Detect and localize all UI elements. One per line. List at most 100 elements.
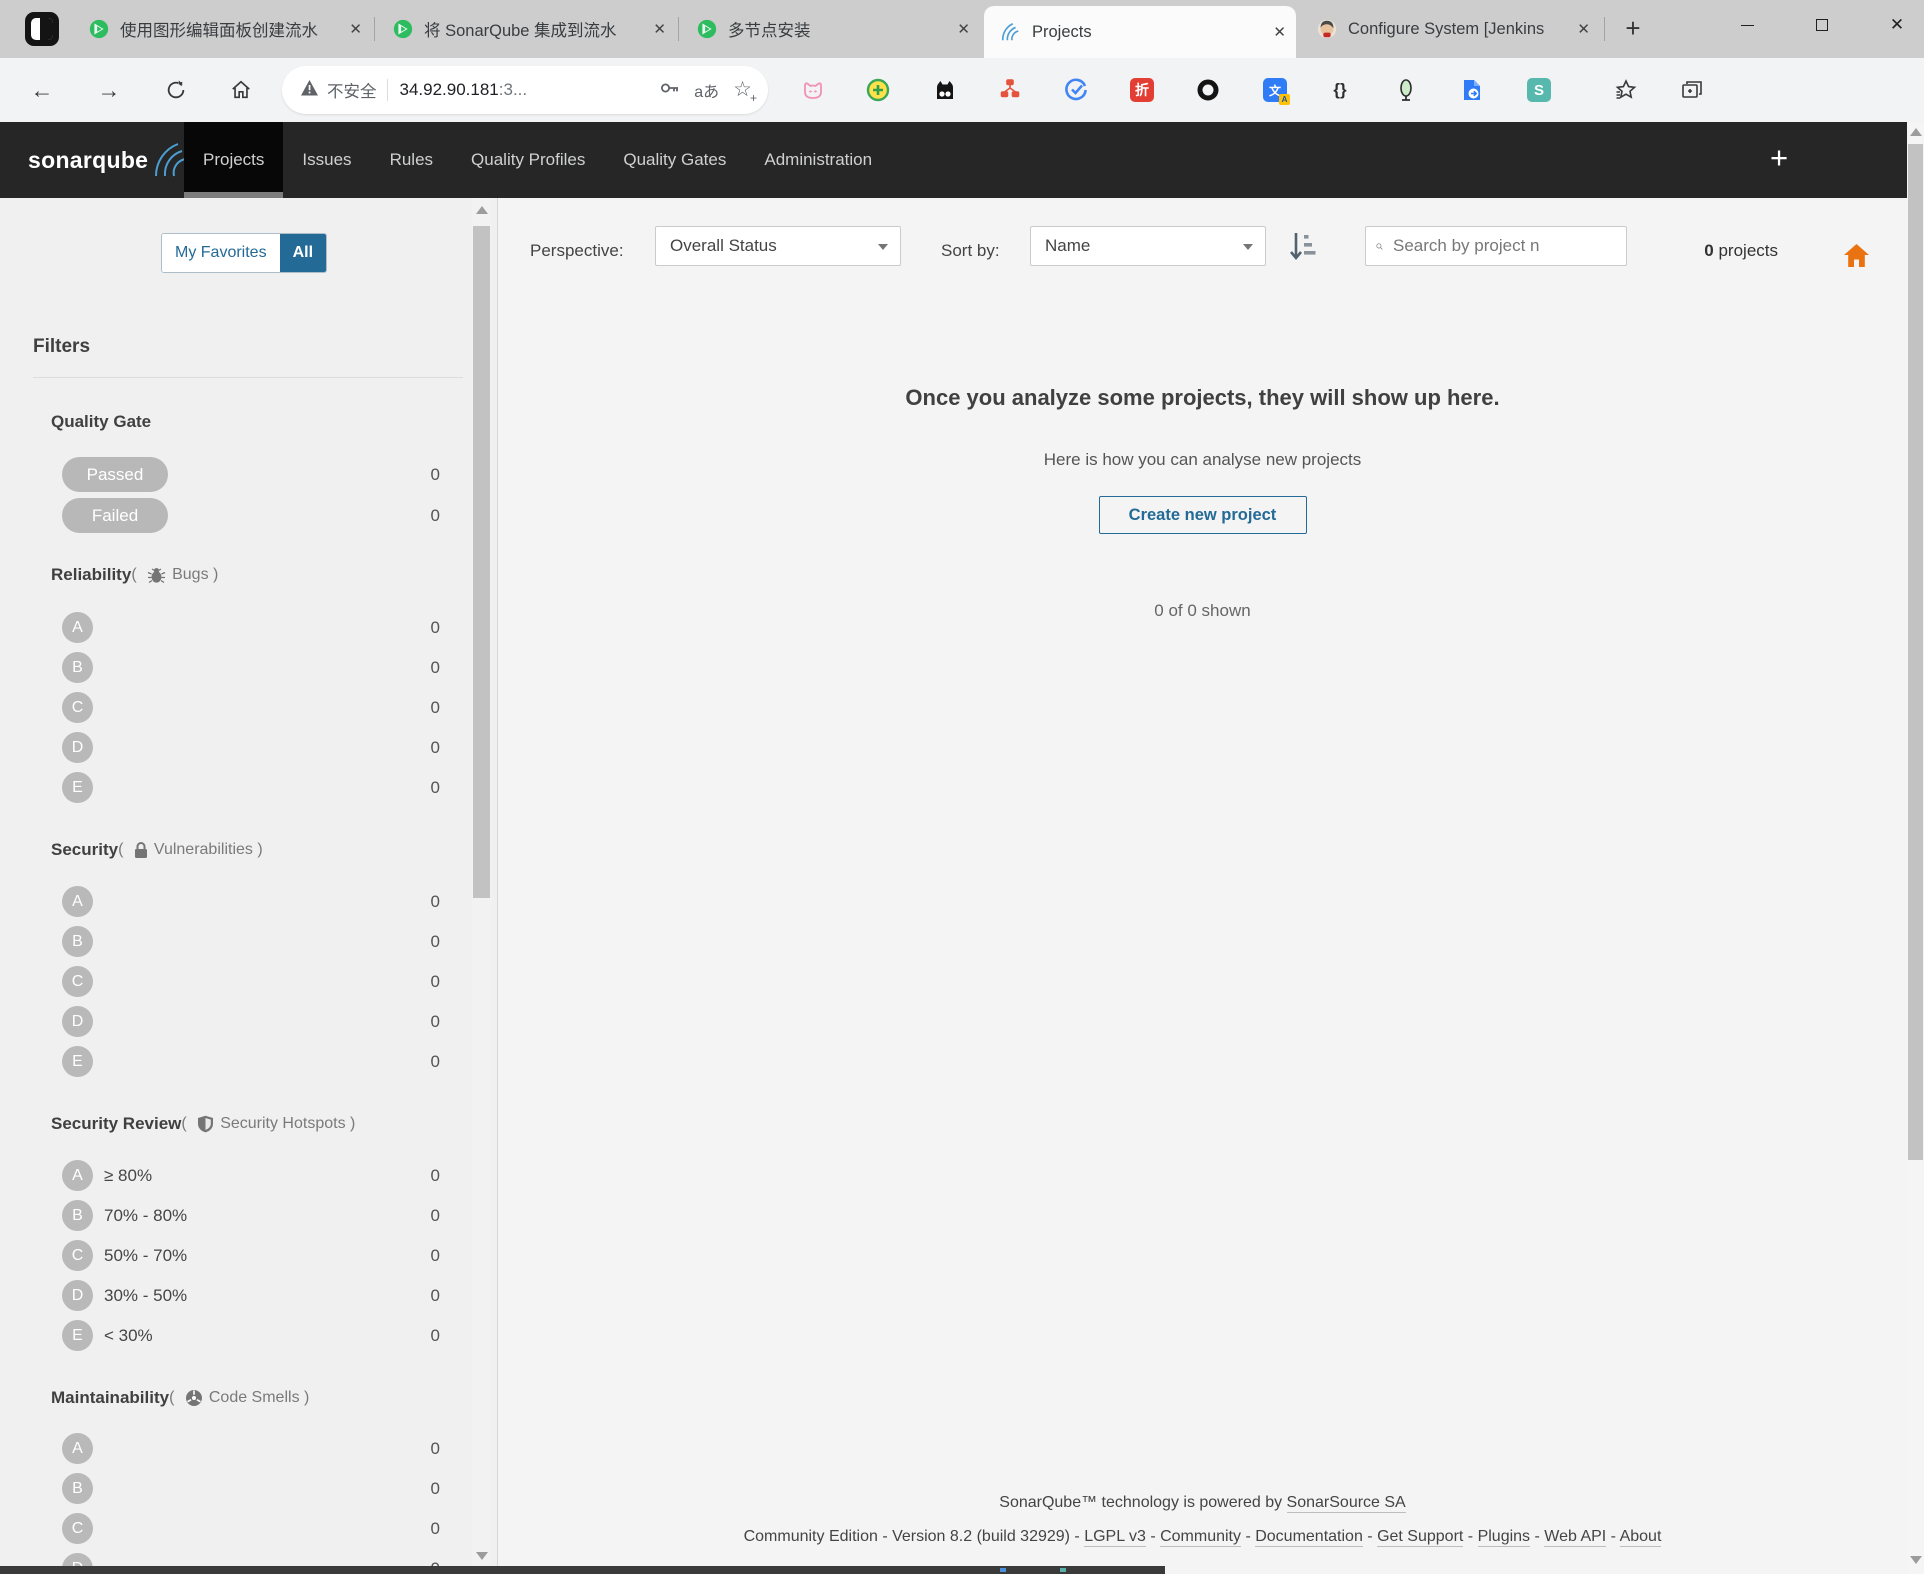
ext-sitemap-icon[interactable]	[997, 77, 1023, 103]
nav-projects[interactable]: Projects	[184, 122, 283, 198]
ext-check-circle-icon[interactable]	[1063, 77, 1089, 103]
rating-d-badge[interactable]: D	[62, 1280, 93, 1311]
facet-count: 0	[431, 658, 440, 678]
footer-link-community[interactable]: Community	[1160, 1528, 1241, 1547]
home-icon[interactable]	[1843, 243, 1870, 273]
rating-a-badge[interactable]: A	[62, 1433, 93, 1464]
not-secure-warning-icon	[300, 79, 319, 102]
all-button[interactable]: All	[280, 234, 326, 272]
footer-link-get-support[interactable]: Get Support	[1377, 1528, 1463, 1547]
ext-share-doc-icon[interactable]	[1459, 77, 1485, 103]
browser-tab-active-projects[interactable]: Projects ✕	[984, 6, 1296, 58]
footer-link-documentation[interactable]: Documentation	[1255, 1528, 1363, 1547]
add-project-plus-button[interactable]: +	[1762, 122, 1796, 198]
taskbar-sliver	[0, 1566, 1165, 1574]
scroll-up-arrow[interactable]	[472, 200, 491, 220]
rating-b-badge[interactable]: B	[62, 1200, 93, 1231]
ext-zhe-coupon-icon[interactable]: 折	[1129, 77, 1155, 103]
tab-close-icon[interactable]: ✕	[349, 20, 362, 38]
tab-close-icon[interactable]: ✕	[957, 20, 970, 38]
collections-icon[interactable]	[1679, 77, 1705, 103]
rating-c-badge[interactable]: C	[62, 966, 93, 997]
ext-green-plus-icon[interactable]	[865, 77, 891, 103]
ext-s-icon[interactable]: S	[1526, 77, 1552, 103]
passed-pill[interactable]: Passed	[62, 457, 168, 492]
address-bar[interactable]: 不安全 34.92.90.181 :3... aあ ☆+	[282, 66, 768, 114]
facet-count: 0	[431, 465, 440, 485]
project-search-box[interactable]	[1365, 226, 1627, 266]
nav-quality-gates[interactable]: Quality Gates	[604, 122, 745, 198]
nav-administration[interactable]: Administration	[745, 122, 891, 198]
browser-home-button[interactable]	[221, 58, 261, 122]
nav-quality-profiles[interactable]: Quality Profiles	[452, 122, 604, 198]
nav-issues[interactable]: Issues	[283, 122, 370, 198]
rating-d-badge[interactable]: D	[62, 1006, 93, 1037]
back-button[interactable]: ←	[22, 58, 62, 122]
rating-b-badge[interactable]: B	[62, 1473, 93, 1504]
main-nav: Projects Issues Rules Quality Profiles Q…	[184, 122, 891, 198]
scroll-up-arrow[interactable]	[1907, 122, 1924, 142]
rating-b-badge[interactable]: B	[62, 926, 93, 957]
ext-black-cat-icon[interactable]	[932, 77, 958, 103]
browser-tab-1[interactable]: 使用图形编辑面板创建流水 ✕	[72, 0, 372, 58]
sonarsource-link[interactable]: SonarSource SA	[1287, 1494, 1406, 1513]
ext-braces-icon[interactable]: {}	[1327, 77, 1353, 103]
read-aloud-icon[interactable]: aあ	[694, 78, 719, 102]
url-port[interactable]: :3...	[499, 80, 527, 100]
ext-lens-icon[interactable]	[1393, 77, 1419, 103]
password-key-icon[interactable]	[660, 79, 680, 102]
reload-button[interactable]	[156, 58, 196, 122]
nav-rules[interactable]: Rules	[371, 122, 452, 198]
browser-tab-3[interactable]: 多节点安装 ✕	[680, 0, 980, 58]
footer-link-lgpl[interactable]: LGPL v3	[1084, 1528, 1146, 1547]
rating-d-badge[interactable]: D	[62, 732, 93, 763]
project-search-input[interactable]	[1391, 235, 1616, 257]
window-minimize-button[interactable]	[1724, 0, 1770, 50]
footer-link-web-api[interactable]: Web API	[1544, 1528, 1606, 1547]
footer-link-about[interactable]: About	[1620, 1528, 1662, 1547]
ext-pink-cat-icon[interactable]	[800, 77, 826, 103]
rating-b-badge[interactable]: B	[62, 652, 93, 683]
sidebar-scrollbar-thumb[interactable]	[473, 226, 490, 898]
browser-tab-5[interactable]: Configure System [Jenkins ✕	[1300, 0, 1600, 58]
rating-c-badge[interactable]: C	[62, 1513, 93, 1544]
ext-black-ring-icon[interactable]	[1195, 77, 1221, 103]
filters-divider	[33, 377, 463, 378]
window-close-button[interactable]: ✕	[1874, 0, 1920, 50]
tab-close-icon[interactable]: ✕	[653, 20, 666, 38]
sidebar-scrollbar[interactable]	[472, 198, 491, 1574]
rating-c-badge[interactable]: C	[62, 692, 93, 723]
window-maximize-button[interactable]	[1799, 0, 1845, 50]
forward-button[interactable]: →	[89, 58, 129, 122]
sort-direction-button[interactable]	[1286, 229, 1318, 268]
scroll-down-arrow[interactable]	[472, 1546, 491, 1566]
footer-link-plugins[interactable]: Plugins	[1478, 1528, 1530, 1547]
tab-close-icon[interactable]: ✕	[1577, 20, 1590, 38]
perspective-select[interactable]: Overall Status	[655, 226, 901, 266]
not-secure-label[interactable]: 不安全	[327, 78, 377, 102]
my-favorites-button[interactable]: My Favorites	[162, 234, 280, 272]
rating-e-badge[interactable]: E	[62, 1320, 93, 1351]
rating-e-badge[interactable]: E	[62, 772, 93, 803]
sonarqube-logo[interactable]: sonarqube	[28, 122, 190, 198]
workspaces-icon[interactable]	[25, 12, 59, 46]
rating-e-badge[interactable]: E	[62, 1046, 93, 1077]
failed-pill[interactable]: Failed	[62, 498, 168, 533]
page-scrollbar-thumb[interactable]	[1908, 144, 1923, 1160]
browser-tab-2[interactable]: 将 SonarQube 集成到流水 ✕	[376, 0, 676, 58]
scroll-down-arrow[interactable]	[1907, 1550, 1924, 1570]
tab-close-icon[interactable]: ✕	[1273, 23, 1286, 41]
favorites-icon[interactable]	[1613, 77, 1639, 103]
rating-a-badge[interactable]: A	[62, 886, 93, 917]
ext-translate-icon[interactable]: 文 A	[1262, 77, 1288, 103]
rating-c-badge[interactable]: C	[62, 1240, 93, 1271]
rating-a-badge[interactable]: A	[62, 1160, 93, 1191]
rating-filter-row: A 0	[62, 886, 440, 917]
create-new-project-button[interactable]: Create new project	[1099, 496, 1307, 534]
page-scrollbar[interactable]	[1907, 122, 1924, 1574]
url-host[interactable]: 34.92.90.181	[400, 80, 499, 100]
sort-select[interactable]: Name	[1030, 226, 1266, 266]
new-tab-button[interactable]: +	[1616, 12, 1650, 46]
favorite-this-page-icon[interactable]: ☆+	[733, 80, 752, 100]
rating-a-badge[interactable]: A	[62, 612, 93, 643]
